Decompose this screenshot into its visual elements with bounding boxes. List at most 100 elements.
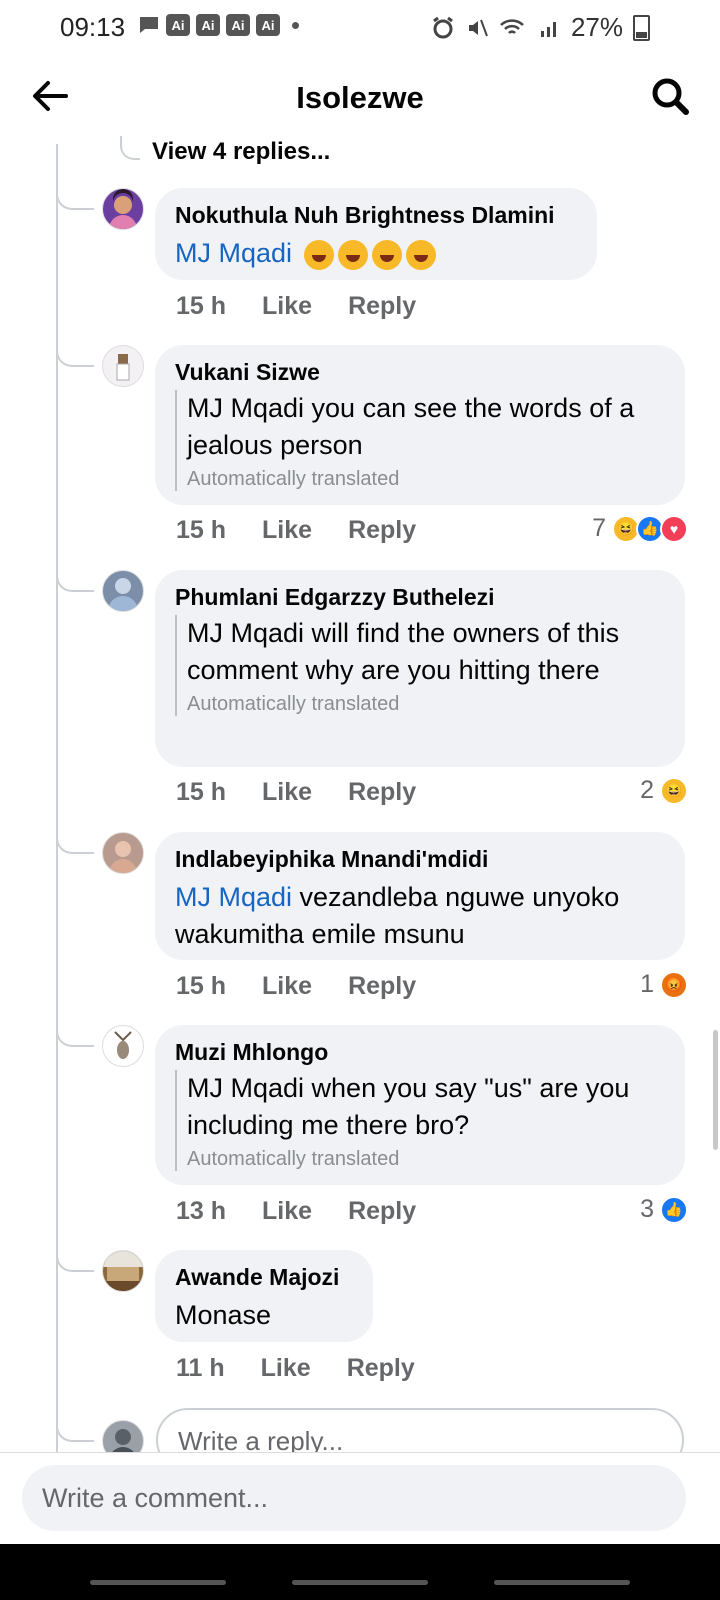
status-time: 09:13 xyxy=(60,12,126,42)
reaction-count: 2 xyxy=(640,776,654,804)
alarm-icon xyxy=(433,16,453,38)
like-button[interactable]: Like xyxy=(262,972,312,1001)
commenter-name[interactable]: Muzi Mhlongo xyxy=(175,1039,665,1066)
like-button[interactable]: Like xyxy=(262,778,312,807)
reply-button[interactable]: Reply xyxy=(347,1354,415,1383)
comment-time[interactable]: 15 h xyxy=(176,516,226,545)
comment-text: MJ Mqadi xyxy=(175,235,577,272)
mute-icon xyxy=(468,19,488,36)
reaction-summary[interactable]: 3 👍 xyxy=(640,1195,688,1224)
comment-text: Monase xyxy=(175,1300,272,1330)
view-replies-link[interactable]: View 4 replies... xyxy=(152,138,330,166)
commenter-name[interactable]: Awande Majozi xyxy=(175,1264,353,1291)
commenter-name[interactable]: Phumlani Edgarzzy Buthelezi xyxy=(175,584,665,611)
comment-time[interactable]: 15 h xyxy=(176,292,226,321)
comment-text: MJ Mqadi you can see the words of a jeal… xyxy=(187,393,635,460)
ai-icon: Ai xyxy=(166,14,190,36)
comment-text: MJ Mqadi vezandleba nguwe unyoko wakumit… xyxy=(175,879,665,953)
comment-bubble[interactable]: Awande Majozi Monase xyxy=(155,1250,373,1342)
comment-actions: 15 h Like Reply xyxy=(176,516,416,545)
reaction-count: 1 xyxy=(640,970,654,998)
more-notifications-icon xyxy=(292,21,299,29)
thread-connector xyxy=(56,1025,94,1047)
comment-time[interactable]: 15 h xyxy=(176,778,226,807)
reply-button[interactable]: Reply xyxy=(348,1197,416,1226)
thread-connector xyxy=(56,570,94,592)
translation-note[interactable]: Automatically translated xyxy=(187,1148,665,1171)
comment-input[interactable]: Write a comment... xyxy=(22,1465,686,1531)
avatar[interactable] xyxy=(102,832,144,874)
comment-bubble[interactable]: Nokuthula Nuh Brightness Dlamini MJ Mqad… xyxy=(155,188,597,280)
reaction-count: 7 xyxy=(592,514,606,542)
thread-line xyxy=(56,144,58,1464)
translation-note[interactable]: Automatically translated xyxy=(187,693,665,716)
commenter-name[interactable]: Vukani Sizwe xyxy=(175,359,665,386)
haha-reaction-icon: 😆 xyxy=(660,776,688,805)
notification-icons: Ai Ai Ai Ai xyxy=(138,14,299,36)
translated-comment: MJ Mqadi you can see the words of a jeal… xyxy=(175,390,665,491)
system-icons: 27% xyxy=(431,12,650,43)
status-bar: 09:13 Ai Ai Ai Ai 27% xyxy=(0,0,720,52)
laughing-emoji-icon xyxy=(300,238,436,270)
comment-actions: 15 h Like Reply xyxy=(176,778,416,807)
reaction-summary[interactable]: 2 😆 xyxy=(640,776,688,805)
commenter-name[interactable]: Nokuthula Nuh Brightness Dlamini xyxy=(175,202,577,229)
commenter-name[interactable]: Indlabeyiphika Mnandi'mdidi xyxy=(175,846,665,873)
reaction-summary[interactable]: 1 😡 xyxy=(640,970,688,999)
reaction-count: 3 xyxy=(640,1195,654,1223)
comment-bubble[interactable]: Vukani Sizwe MJ Mqadi you can see the wo… xyxy=(155,345,685,505)
reaction-summary[interactable]: 7 😆 👍 ♥ xyxy=(592,514,688,543)
reply-button[interactable]: Reply xyxy=(348,778,416,807)
comment-actions: 15 h Like Reply xyxy=(176,972,416,1001)
search-icon[interactable] xyxy=(648,74,692,118)
comment-actions: 15 h Like Reply xyxy=(176,292,416,321)
wifi-icon xyxy=(500,18,524,34)
reply-button[interactable]: Reply xyxy=(348,516,416,545)
back-button[interactable] xyxy=(494,1580,630,1585)
like-reaction-icon: 👍 xyxy=(660,1195,688,1224)
app-header: Isolezwe xyxy=(0,62,720,134)
comment-composer: Write a comment... xyxy=(0,1452,720,1545)
thread-connector xyxy=(56,345,94,367)
ai-icon: Ai xyxy=(256,14,280,36)
comment-time[interactable]: 11 h xyxy=(176,1354,225,1383)
ai-icon: Ai xyxy=(196,14,220,36)
like-button[interactable]: Like xyxy=(261,1354,311,1383)
comment-actions: 11 h Like Reply xyxy=(176,1354,415,1383)
comment-time[interactable]: 13 h xyxy=(176,1197,226,1226)
mention-link[interactable]: MJ Mqadi xyxy=(175,238,292,268)
comment-time[interactable]: 15 h xyxy=(176,972,226,1001)
avatar[interactable] xyxy=(102,345,144,387)
home-button[interactable] xyxy=(292,1580,428,1585)
avatar[interactable] xyxy=(102,570,144,612)
avatar[interactable] xyxy=(102,188,144,230)
message-icon xyxy=(140,17,158,33)
avatar[interactable] xyxy=(102,1025,144,1067)
avatar[interactable] xyxy=(102,1250,144,1292)
translated-comment: MJ Mqadi when you say "us" are you inclu… xyxy=(175,1070,665,1171)
like-button[interactable]: Like xyxy=(262,1197,312,1226)
angry-reaction-icon: 😡 xyxy=(660,970,688,999)
thread-connector xyxy=(56,188,94,210)
comment-bubble[interactable]: Phumlani Edgarzzy Buthelezi MJ Mqadi wil… xyxy=(155,570,685,767)
thread-connector xyxy=(120,136,140,160)
battery-percent: 27% xyxy=(570,12,623,42)
page-title: Isolezwe xyxy=(296,80,424,115)
scrollbar[interactable] xyxy=(713,1030,718,1150)
like-button[interactable]: Like xyxy=(262,516,312,545)
battery-icon xyxy=(633,14,650,41)
mention-link[interactable]: MJ Mqadi xyxy=(175,882,292,912)
reply-button[interactable]: Reply xyxy=(348,292,416,321)
comment-bubble[interactable]: Muzi Mhlongo MJ Mqadi when you say "us" … xyxy=(155,1025,685,1185)
translated-comment: MJ Mqadi will find the owners of this co… xyxy=(175,615,665,716)
comment-actions: 13 h Like Reply xyxy=(176,1197,416,1226)
comment-bubble[interactable]: Indlabeyiphika Mnandi'mdidi MJ Mqadi vez… xyxy=(155,832,685,960)
thread-connector xyxy=(56,1420,94,1442)
system-nav-bar xyxy=(0,1544,720,1600)
recent-apps-button[interactable] xyxy=(90,1580,226,1585)
translation-note[interactable]: Automatically translated xyxy=(187,468,665,491)
like-button[interactable]: Like xyxy=(262,292,312,321)
comment-text: MJ Mqadi when you say "us" are you inclu… xyxy=(187,1073,630,1140)
thread-connector xyxy=(56,1250,94,1272)
reply-button[interactable]: Reply xyxy=(348,972,416,1001)
